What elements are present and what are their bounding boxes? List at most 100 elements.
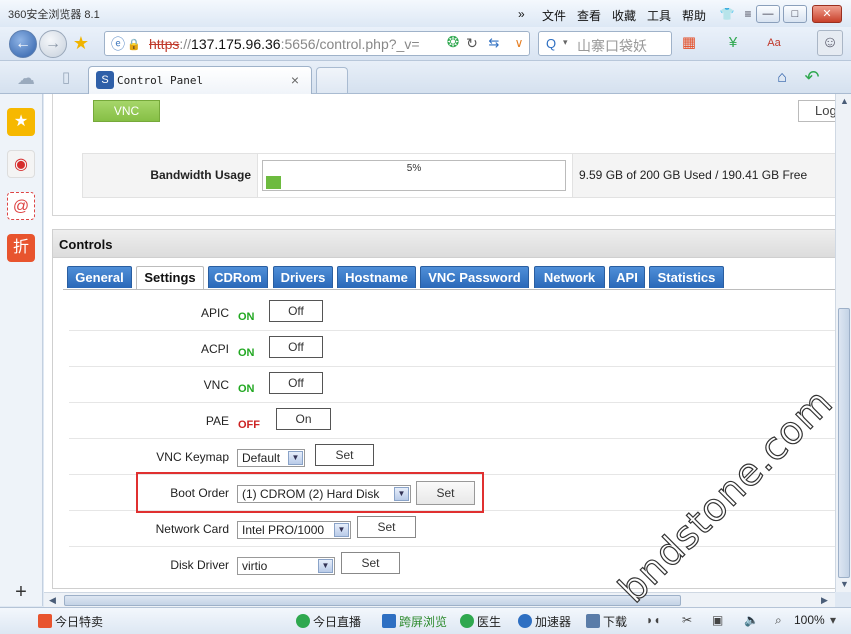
payment-shield-icon[interactable]: ¥ (724, 34, 742, 52)
zoom-dropdown-icon[interactable]: ▾ (830, 613, 836, 627)
restore-button[interactable]: □ (783, 5, 807, 23)
boot-order-highlight-box (136, 472, 484, 513)
search-text: 山寨口袋妖 (577, 38, 647, 54)
split-browse-link[interactable]: 跨屏浏览 (382, 613, 447, 630)
back-button[interactable]: ← (9, 30, 37, 58)
doctor-link[interactable]: 医生 (460, 613, 501, 630)
url-scheme: https (149, 36, 180, 52)
disk-driver-select[interactable]: virtio ▼ (237, 557, 335, 575)
network-card-set-button[interactable]: Set (357, 516, 416, 538)
tab-api[interactable]: API (609, 266, 645, 288)
vnc-keymap-set-button[interactable]: Set (315, 444, 374, 466)
accelerator-link[interactable]: 加速器 (518, 613, 571, 630)
setting-row-vnc: VNC ON Off (69, 367, 835, 403)
refresh-icon[interactable]: ↻ (463, 34, 481, 52)
download-link[interactable]: 下载 (586, 613, 627, 630)
mask-icon[interactable]: ◗◖ (646, 613, 661, 627)
phone-icon[interactable]: ▯ (57, 69, 75, 87)
zoom-level[interactable]: 100% (794, 613, 825, 627)
tab-strip: ☁ ▯ S Control Panel × ⌂ ↶ (0, 61, 851, 94)
vertical-scroll-thumb[interactable] (838, 308, 850, 578)
tab-vnc-password[interactable]: VNC Password (420, 266, 529, 288)
rocket-icon (518, 614, 532, 628)
controls-panel: Controls General Settings CDRom Drivers … (52, 229, 835, 589)
menu-tools[interactable]: 工具 (647, 7, 671, 24)
disk-driver-set-button[interactable]: Set (341, 552, 400, 574)
setting-label: ACPI (200, 342, 229, 356)
bandwidth-fill (266, 176, 281, 189)
screenshot-icon[interactable]: ✂ (682, 613, 692, 627)
server-panel: VNC Log Bandwidth Usage 5% 9.59 GB of 20… (52, 94, 835, 216)
menu-view[interactable]: 查看 (577, 7, 601, 24)
pae-toggle-button[interactable]: On (276, 408, 331, 430)
tab-settings[interactable]: Settings (136, 266, 204, 290)
phone-screen-icon (382, 614, 396, 628)
menu-help[interactable]: 帮助 (682, 7, 706, 24)
tab-hostname[interactable]: Hostname (337, 266, 416, 288)
add-plus-icon[interactable]: + (7, 578, 35, 606)
tab-label: Control Panel (117, 74, 204, 87)
deals-icon (38, 614, 52, 628)
tab-control-panel[interactable]: S Control Panel × (88, 66, 312, 94)
setting-label: APIC (200, 306, 229, 320)
speaker-icon[interactable]: 🔈 (744, 613, 759, 627)
cloud-icon[interactable]: ☁ (17, 69, 35, 87)
today-deals-link[interactable]: 今日特卖 (38, 613, 103, 630)
scroll-down-icon[interactable]: ▼ (840, 579, 849, 589)
translate-icon[interactable]: Aa (765, 34, 783, 52)
compat-mode-icon[interactable]: ❂ (444, 34, 462, 52)
tab-network[interactable]: Network (534, 266, 605, 288)
url-text: https://137.175.96.36:5656/control.php?_… (149, 36, 420, 52)
vnc-toggle-button[interactable]: Off (269, 372, 323, 394)
discount-icon[interactable]: 折 (7, 234, 35, 262)
star-favorite-icon[interactable]: ★ (72, 34, 90, 52)
log-button[interactable]: Log (798, 100, 835, 122)
select-value: virtio (242, 559, 268, 573)
horizontal-scroll-thumb[interactable] (64, 595, 681, 606)
user-avatar-icon[interactable]: ☺ (817, 30, 843, 56)
close-tab-icon[interactable]: × (291, 72, 299, 88)
switch-icon[interactable]: ⇆ (485, 34, 503, 52)
chevron-down-icon[interactable]: ∨ (510, 34, 528, 52)
tab-drivers[interactable]: Drivers (273, 266, 333, 288)
url-host: 137.175.96.36 (191, 36, 281, 52)
vertical-scrollbar[interactable]: ▲ ▼ (835, 94, 851, 592)
tab-general[interactable]: General (67, 266, 132, 288)
menu-favorites[interactable]: 收藏 (612, 7, 636, 24)
horizontal-scrollbar[interactable]: ◀ ▶ (44, 592, 835, 607)
setting-row-pae: PAE OFF On (69, 403, 835, 439)
app-title: 360安全浏览器 8.1 (8, 9, 100, 21)
favorites-star-icon[interactable]: ★ (7, 108, 35, 136)
scroll-right-icon[interactable]: ▶ (821, 595, 828, 606)
minimize-button[interactable]: — (756, 5, 780, 23)
apps-grid-icon[interactable]: ▦ (680, 34, 698, 52)
home-icon[interactable]: ⌂ (773, 69, 791, 87)
tab-statistics[interactable]: Statistics (649, 266, 724, 288)
search-box[interactable]: Q ▾ 山寨口袋妖 (538, 31, 672, 56)
vnc-button[interactable]: VNC (93, 100, 160, 122)
zoom-icon[interactable]: ⌕ (775, 613, 782, 628)
mail-icon[interactable]: @ (7, 192, 35, 220)
setting-state: ON (238, 347, 255, 359)
live-link[interactable]: 今日直播 (296, 613, 361, 630)
scroll-up-icon[interactable]: ▲ (840, 96, 849, 106)
menu-file[interactable]: 文件 (542, 7, 566, 24)
acpi-toggle-button[interactable]: Off (269, 336, 323, 358)
window-icon[interactable]: ▣ (712, 613, 723, 627)
menu-lines-icon[interactable]: ≡ (739, 5, 757, 23)
scroll-left-icon[interactable]: ◀ (49, 595, 56, 606)
forward-button[interactable]: → (39, 30, 67, 58)
weibo-icon[interactable]: ◉ (7, 150, 35, 178)
tab-cdrom[interactable]: CDRom (208, 266, 268, 288)
close-window-button[interactable]: ✕ (812, 5, 842, 23)
shirt-icon[interactable]: 👕 (718, 5, 736, 23)
dropdown-arrow-icon: ▼ (288, 451, 303, 465)
new-tab-button[interactable] (316, 67, 348, 93)
vnc-keymap-select[interactable]: Default ▼ (237, 449, 305, 467)
play-icon (296, 614, 310, 628)
menu-more[interactable]: » (518, 7, 525, 21)
network-card-select[interactable]: Intel PRO/1000 ▼ (237, 521, 351, 539)
apic-toggle-button[interactable]: Off (269, 300, 323, 322)
undo-arrow-icon[interactable]: ↶ (803, 68, 821, 86)
engine-dropdown-icon[interactable]: ▾ (563, 37, 568, 48)
